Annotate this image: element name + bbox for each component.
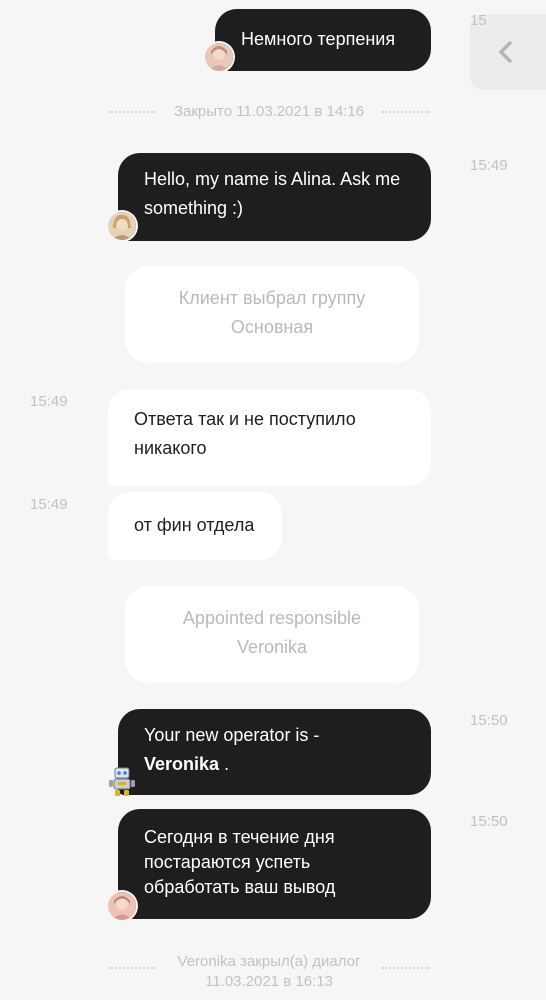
message-text: Hello, my name is Alina. Ask me somethin… — [144, 169, 401, 218]
system-text-line: Клиент выбрал группу — [178, 288, 366, 308]
agent-avatar — [108, 892, 136, 920]
message-time: 15:50 — [470, 813, 508, 830]
agent-avatar — [205, 43, 233, 71]
robot-icon — [108, 766, 136, 798]
system-message-responsible: Appointed responsible Veronika — [125, 586, 419, 683]
message-time: 15:49 — [30, 393, 68, 410]
agent-avatar — [108, 212, 136, 240]
separator-dots — [382, 967, 430, 969]
message-time: 15:50 — [470, 712, 508, 729]
message-time: 15:49 — [470, 157, 508, 174]
separator-dots — [382, 111, 430, 113]
message-bubble-outgoing: Hello, my name is Alina. Ask me somethin… — [118, 153, 431, 241]
message-text: от фин отдела — [134, 515, 255, 535]
message-bubble-outgoing: Немного терпения — [215, 9, 431, 71]
chevron-left-icon — [499, 41, 512, 63]
operator-name: Veronika — [144, 754, 220, 774]
message-text: Ответа так и не поступило никакого — [134, 409, 356, 458]
message-text: . — [224, 754, 230, 774]
separator-line: 11.03.2021 в 16:13 — [205, 973, 333, 990]
message-bubble-incoming: Ответа так и не поступило никакого — [108, 389, 431, 486]
separator-dots — [108, 111, 156, 113]
message-text: Сегодня в течение дня постараются успеть… — [144, 827, 336, 897]
message-text: Немного терпения — [241, 29, 396, 49]
message-bubble-incoming: от фин отдела — [108, 492, 282, 560]
message-time: 15 — [470, 12, 487, 29]
closed-by-separator: Veronika закрыл(а) диалог 11.03.2021 в 1… — [156, 952, 382, 992]
message-text: Your new operator is - — [144, 725, 320, 745]
message-time: 15:49 — [30, 496, 68, 513]
separator-dots — [108, 967, 156, 969]
system-message-group: Клиент выбрал группу Основная — [125, 266, 419, 363]
message-bubble-outgoing: Сегодня в течение дня постараются успеть… — [118, 809, 431, 919]
message-bubble-outgoing: Your new operator is - Veronika . — [118, 709, 431, 795]
separator-line: Veronika закрыл(а) диалог — [177, 953, 361, 970]
closed-separator: Закрыто 11.03.2021 в 14:16 — [173, 103, 365, 120]
system-text-line: Appointed responsible — [182, 608, 362, 628]
system-text-line: Основная — [230, 317, 314, 337]
system-text-line: Veronika — [236, 637, 308, 657]
